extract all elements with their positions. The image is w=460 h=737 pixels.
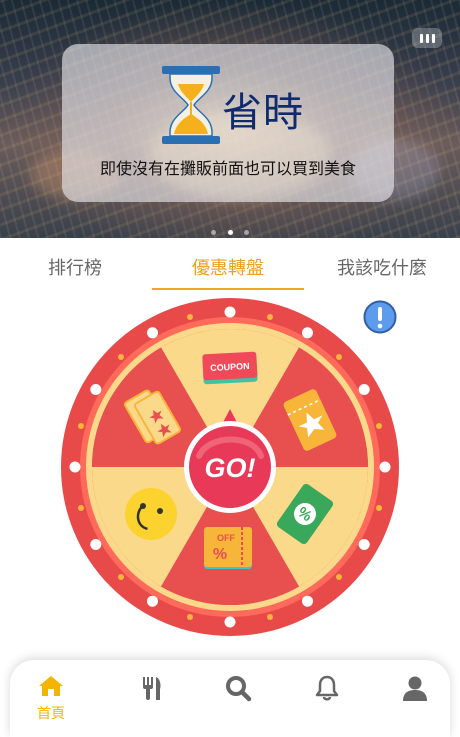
hourglass-icon [162,66,220,144]
bell-icon [315,675,339,701]
hero-banner[interactable]: 省時 即使沒有在攤販前面也可以買到美食 [0,0,460,238]
off-text: OFF [217,533,235,543]
menu-icon[interactable] [412,28,442,48]
active-tab-indicator [152,288,304,290]
banner-subtitle: 即使沒有在攤販前面也可以買到美食 [99,159,356,178]
off-coupon-icon: OFF % [204,527,252,569]
banner-title: 省時 [222,90,304,136]
coupon-text: COUPON [210,361,250,373]
tab-coupon-wheel[interactable]: 優惠轉盤 [153,254,303,280]
nav-profile[interactable] [390,674,440,706]
home-icon [39,676,63,696]
smiley-icon [125,488,177,540]
nav-notifications[interactable] [302,674,352,706]
bottom-nav: 首頁 [10,660,450,737]
cutlery-icon [143,677,161,700]
go-text: GO! [205,453,256,483]
carousel-dot-active[interactable] [227,230,233,235]
tab-ranking[interactable]: 排行榜 [0,254,150,280]
search-icon [226,676,252,702]
tab-bar: 排行榜 優惠轉盤 我該吃什麼 [0,248,460,292]
nav-restaurants[interactable] [126,674,176,706]
svg-text:%: % [213,546,227,563]
coupon-ticket-icon: COUPON [202,351,258,385]
banner-card: 省時 即使沒有在攤販前面也可以買到美食 [62,44,394,202]
prize-wheel[interactable]: COUPON % OFF % GO! [59,296,401,638]
carousel-dots [0,220,460,238]
carousel-dot[interactable] [243,230,249,235]
tab-what-to-eat[interactable]: 我該吃什麼 [307,254,457,280]
nav-home[interactable]: 首頁 [26,674,76,723]
nav-home-label: 首頁 [37,705,65,721]
user-icon [403,676,427,701]
carousel-dot[interactable] [211,230,217,235]
nav-search[interactable] [213,674,263,706]
